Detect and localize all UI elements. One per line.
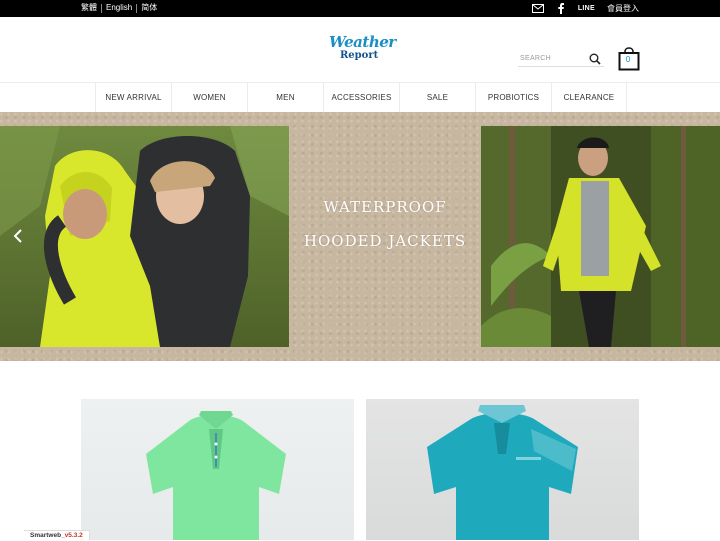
badge-version: _v5.3.2 xyxy=(61,532,83,539)
lang-traditional-chinese[interactable]: 繁體 xyxy=(81,3,97,13)
product-card-teal-polo[interactable] xyxy=(366,399,639,540)
search-box[interactable]: SEARCH xyxy=(518,51,604,67)
banner-title-line1: WATERPROOF xyxy=(323,198,447,216)
divider xyxy=(136,3,138,13)
top-links: LINE 會員登入 xyxy=(518,1,639,16)
divider xyxy=(101,3,102,13)
nav-sale[interactable]: SALE xyxy=(399,83,475,112)
nav-new-arrival[interactable]: NEW ARRIVAL xyxy=(95,83,171,112)
nav-accessories[interactable]: ACCESSORIES xyxy=(323,83,399,112)
lang-english[interactable]: English xyxy=(106,3,132,13)
nav-probiotics[interactable]: PROBIOTICS xyxy=(475,83,551,112)
banner-caption: WATERPROOF HOODED JACKETS xyxy=(290,112,480,361)
hero-banner[interactable]: WATERPROOF HOODED JACKETS xyxy=(0,112,720,361)
smartweb-version-badge: Smartweb_v5.3.2 xyxy=(24,530,90,540)
nav-men[interactable]: MEN xyxy=(247,83,323,112)
banner-title-line2: HOODED JACKETS xyxy=(303,232,467,250)
product-card-green-polo[interactable] xyxy=(81,399,354,540)
banner-photo-man xyxy=(481,126,720,347)
cart-count: 0 xyxy=(625,55,631,64)
nav-women[interactable]: WOMEN xyxy=(171,83,247,112)
brand-logo[interactable]: Weather ® Report xyxy=(329,33,396,67)
cart-button[interactable]: 0 xyxy=(618,47,640,71)
language-switcher: 繁體 English 简体 xyxy=(81,3,157,13)
member-login-link[interactable]: 會員登入 xyxy=(607,3,639,14)
facebook-icon[interactable] xyxy=(558,3,564,14)
top-bar: 繁體 English 简体 LINE 會員登入 xyxy=(0,0,720,17)
carousel-prev-button[interactable] xyxy=(8,224,28,248)
green-polo-image xyxy=(146,411,286,540)
nav-clearance[interactable]: CLEARANCE xyxy=(551,83,627,112)
chevron-left-icon xyxy=(14,229,22,243)
logo-registered-mark: ® xyxy=(385,40,389,46)
line-link[interactable]: LINE xyxy=(578,5,595,12)
badge-name: Smartweb xyxy=(30,532,62,539)
main-nav: NEW ARRIVAL WOMEN MEN ACCESSORIES SALE P… xyxy=(95,83,627,112)
teal-polo-image xyxy=(427,405,578,540)
search-input[interactable]: SEARCH xyxy=(520,55,551,62)
banner-photo-couple xyxy=(0,126,289,347)
logo-text-report: Report xyxy=(340,50,379,61)
site-header: Weather ® Report SEARCH 0 xyxy=(0,17,720,83)
search-icon[interactable] xyxy=(589,52,601,70)
mail-icon[interactable] xyxy=(531,4,544,13)
lang-simplified-chinese[interactable]: 简体 xyxy=(141,3,157,13)
